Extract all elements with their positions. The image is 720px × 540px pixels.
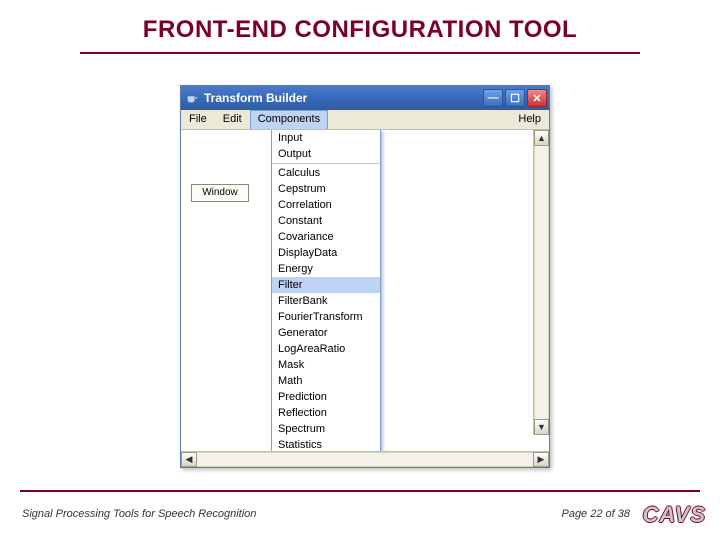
dropdown-item-prediction[interactable]: Prediction (272, 389, 380, 405)
scroll-down-arrow-icon[interactable]: ▼ (534, 419, 549, 435)
components-dropdown: InputOutputCalculusCepstrumCorrelationCo… (271, 130, 381, 451)
dropdown-separator (272, 163, 380, 164)
vertical-scrollbar[interactable]: ▲ ▼ (533, 130, 549, 435)
canvas-node-window[interactable]: Window (191, 184, 249, 202)
minimize-button[interactable]: — (483, 89, 503, 107)
horizontal-scrollbar[interactable]: ◀ ▶ (181, 451, 549, 467)
dropdown-item-constant[interactable]: Constant (272, 213, 380, 229)
hscroll-track[interactable] (197, 452, 533, 467)
dropdown-item-math[interactable]: Math (272, 373, 380, 389)
footer-left-text: Signal Processing Tools for Speech Recog… (22, 508, 256, 520)
dropdown-item-output[interactable]: Output (272, 146, 380, 162)
slide-title: FRONT-END CONFIGURATION TOOL (0, 16, 720, 44)
canvas-area[interactable]: Window InputOutput CalculusCepstrumCorrel… (181, 130, 549, 451)
cavs-logo: CAVS (643, 502, 707, 528)
dropdown-item-mask[interactable]: Mask (272, 357, 380, 373)
scroll-left-arrow-icon[interactable]: ◀ (181, 452, 197, 467)
menu-components[interactable]: Components (250, 110, 328, 129)
menu-help[interactable]: Help (510, 110, 549, 129)
close-button[interactable]: ✕ (527, 89, 547, 107)
java-cup-icon (185, 91, 199, 105)
menu-edit[interactable]: Edit (215, 110, 250, 129)
menubar: File Edit Components Help (181, 110, 549, 130)
dropdown-item-generator[interactable]: Generator (272, 325, 380, 341)
app-window: Transform Builder — ☐ ✕ File Edit Compon… (180, 85, 550, 468)
dropdown-item-logarearatio[interactable]: LogAreaRatio (272, 341, 380, 357)
window-title: Transform Builder (204, 91, 483, 105)
dropdown-item-fouriertransform[interactable]: FourierTransform (272, 309, 380, 325)
dropdown-item-statistics[interactable]: Statistics (272, 437, 380, 451)
dropdown-item-filterbank[interactable]: FilterBank (272, 293, 380, 309)
page-number: Page 22 of 38 (561, 508, 630, 520)
title-underline (80, 52, 640, 54)
dropdown-item-input[interactable]: Input (272, 130, 380, 146)
dropdown-item-covariance[interactable]: Covariance (272, 229, 380, 245)
dropdown-item-energy[interactable]: Energy (272, 261, 380, 277)
dropdown-item-calculus[interactable]: Calculus (272, 165, 380, 181)
scroll-right-arrow-icon[interactable]: ▶ (533, 452, 549, 467)
menubar-spacer (328, 110, 510, 129)
dropdown-item-spectrum[interactable]: Spectrum (272, 421, 380, 437)
menu-file[interactable]: File (181, 110, 215, 129)
dropdown-item-displaydata[interactable]: DisplayData (272, 245, 380, 261)
dropdown-item-filter[interactable]: Filter (272, 277, 380, 293)
footer-rule (20, 490, 700, 492)
dropdown-item-correlation[interactable]: Correlation (272, 197, 380, 213)
maximize-button[interactable]: ☐ (505, 89, 525, 107)
dropdown-item-cepstrum[interactable]: Cepstrum (272, 181, 380, 197)
scroll-up-arrow-icon[interactable]: ▲ (534, 130, 549, 146)
window-titlebar[interactable]: Transform Builder — ☐ ✕ (181, 86, 549, 110)
vscroll-track[interactable] (534, 146, 549, 419)
dropdown-item-reflection[interactable]: Reflection (272, 405, 380, 421)
